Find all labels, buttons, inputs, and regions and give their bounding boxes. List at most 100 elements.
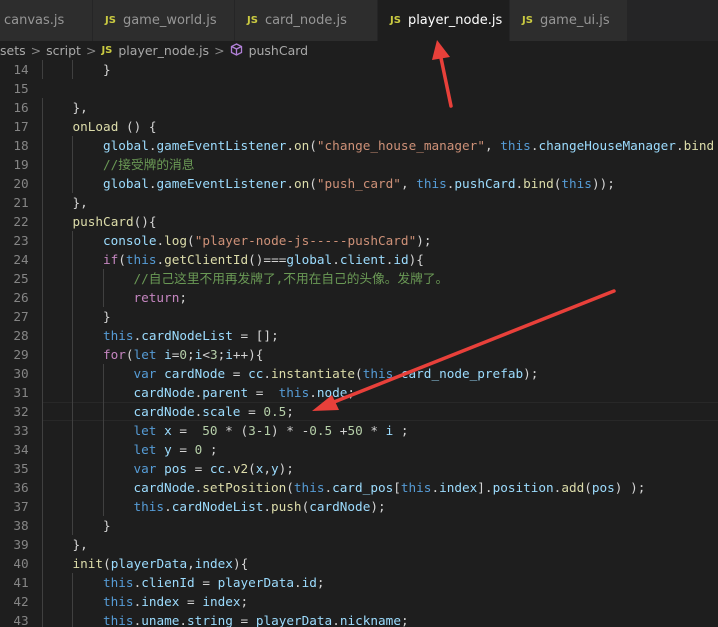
code-line[interactable]: 40 init(playerData,index){ xyxy=(0,554,718,573)
code-editor[interactable]: 14} 15 16}, 17 onLoad () {18 global.gameEvent… xyxy=(0,60,718,627)
code-token: 50 xyxy=(347,423,363,438)
code-token: ){ xyxy=(408,252,424,267)
code-line[interactable]: 28 this.cardNodeList = []; xyxy=(0,326,718,345)
code-line[interactable]: 17 onLoad () { xyxy=(0,117,718,136)
line-number: 30 xyxy=(13,366,29,381)
line-number: 37 xyxy=(13,499,29,514)
code-line[interactable]: 31 cardNode.parent = this.node; xyxy=(0,383,718,402)
code-text: }, xyxy=(73,535,88,554)
code-line[interactable]: 34 let y = 0 ; xyxy=(0,440,718,459)
tab-player_node-js[interactable]: JSplayer_node.js× xyxy=(378,0,522,41)
code-token: this xyxy=(416,176,447,191)
breadcrumb-file[interactable]: player_node.js xyxy=(118,43,209,58)
line-number: 28 xyxy=(13,328,29,343)
code-token: ]. xyxy=(477,480,493,495)
code-token: bind xyxy=(683,138,715,153)
code-token: ( xyxy=(309,176,317,191)
line-number: 20 xyxy=(13,176,29,191)
indent-guide xyxy=(42,117,43,136)
code-token: = xyxy=(232,613,256,627)
tab-card_node-js[interactable]: JS card_node.js xyxy=(235,0,378,41)
code-token: 0 xyxy=(179,347,188,362)
code-token: this xyxy=(561,176,592,191)
code-text: this.cardNodeList = []; xyxy=(103,326,279,345)
indent-guide xyxy=(103,402,104,421)
code-token: . xyxy=(286,138,294,153)
code-line[interactable]: 29 for(let i=0;i<3;i++){ xyxy=(0,345,718,364)
code-token: for xyxy=(103,347,126,362)
code-token: changeHouseManager xyxy=(538,138,676,153)
code-line[interactable]: 32 cardNode.scale = 0.5; xyxy=(0,402,718,421)
line-number: 35 xyxy=(13,461,29,476)
indent-guide xyxy=(42,288,43,307)
code-line[interactable]: 39}, xyxy=(0,535,718,554)
code-line[interactable]: 26 return; xyxy=(0,288,718,307)
code-line[interactable]: 25 //自己这里不用再发牌了,不用在自己的头像。发牌了。 xyxy=(0,269,718,288)
code-text: console.log("player-node-js-----pushCard… xyxy=(103,231,432,250)
line-number: 25 xyxy=(13,271,29,286)
code-line[interactable]: 20 global.gameEventListener.on("push_card… xyxy=(0,174,718,193)
code-text: pushCard(){ xyxy=(73,212,157,231)
code-token: playerData xyxy=(255,613,333,627)
code-token: let xyxy=(133,442,157,457)
code-line[interactable]: 19 //接受牌的消息 xyxy=(0,155,718,174)
code-token: . xyxy=(263,499,272,514)
code-line[interactable]: 21}, xyxy=(0,193,718,212)
code-line[interactable]: 36 cardNode.setPosition(this.card_pos[thi… xyxy=(0,478,718,497)
code-line[interactable]: 15 xyxy=(0,79,718,98)
code-token: ; xyxy=(400,613,409,627)
code-line[interactable]: 23 console.log("player-node-js-----pushCa… xyxy=(0,231,718,250)
code-token: scale xyxy=(202,404,241,419)
code-text: }, xyxy=(73,193,88,212)
code-line[interactable]: 35 var pos = cc.v2(x,y); xyxy=(0,459,718,478)
code-token: , xyxy=(263,461,272,476)
code-line[interactable]: 16}, xyxy=(0,98,718,117)
code-line[interactable]: 43 this.uname.string = playerData.nicknam… xyxy=(0,611,718,627)
code-line[interactable]: 27} xyxy=(0,307,718,326)
code-token: pushCard xyxy=(72,214,134,229)
code-line[interactable]: 33 let x = 50 * (3-1) * -0.5 +50 * i ; xyxy=(0,421,718,440)
code-token: = xyxy=(194,575,218,590)
code-token: 3 xyxy=(248,423,256,438)
code-token: gameEventListener xyxy=(156,176,287,191)
code-token: i xyxy=(225,347,233,362)
indent-guide xyxy=(72,364,73,383)
code-line[interactable]: 37 this.cardNodeList.push(cardNode); xyxy=(0,497,718,516)
line-number: 14 xyxy=(13,62,29,77)
code-token: cardNode xyxy=(133,480,195,495)
code-token: ; xyxy=(240,594,249,609)
code-line[interactable]: 30 var cardNode = cc.instantiate(this.car… xyxy=(0,364,718,383)
code-line[interactable]: 42 this.index = index; xyxy=(0,592,718,611)
code-token: y xyxy=(271,461,279,476)
line-number: 34 xyxy=(13,442,29,457)
indent-guide xyxy=(103,383,104,402)
indent-guide xyxy=(42,250,43,269)
breadcrumb-folder-sets[interactable]: sets xyxy=(0,43,26,58)
code-line[interactable]: 14} xyxy=(0,60,718,79)
code-line[interactable]: 18 global.gameEventListener.on("change_ho… xyxy=(0,136,718,155)
code-line[interactable]: 38} xyxy=(0,516,718,535)
code-text: global.gameEventListener.on("change_hous… xyxy=(103,136,714,155)
code-token: }, xyxy=(72,537,88,552)
code-token: }, xyxy=(72,100,88,115)
code-line[interactable]: 41 this.clienId = playerData.id; xyxy=(0,573,718,592)
indent-guide xyxy=(42,459,43,478)
breadcrumb-symbol[interactable]: pushCard xyxy=(249,43,309,58)
code-token: pushCard xyxy=(454,176,516,191)
code-token: card_pos xyxy=(332,480,394,495)
code-token: clienId xyxy=(141,575,195,590)
code-token: instantiate xyxy=(271,366,356,381)
breadcrumb-folder-script[interactable]: script xyxy=(46,43,81,58)
code-token: cardNode xyxy=(164,366,226,381)
code-token: 0.5 xyxy=(263,404,287,419)
code-token: card_node_prefab xyxy=(400,366,524,381)
code-token: . xyxy=(332,252,340,267)
code-token: parent xyxy=(202,385,249,400)
code-line[interactable]: 24 if(this.getClientId()===global.client.… xyxy=(0,250,718,269)
tab-game_world-js[interactable]: JS game_world.js xyxy=(93,0,235,41)
code-token: cardNode xyxy=(133,385,195,400)
tab-game_ui-js[interactable]: JS game_ui.js xyxy=(510,0,628,41)
code-line[interactable]: 22 pushCard(){ xyxy=(0,212,718,231)
tab-canvas-js[interactable]: canvas.js xyxy=(0,0,93,41)
code-token: add xyxy=(561,480,585,495)
